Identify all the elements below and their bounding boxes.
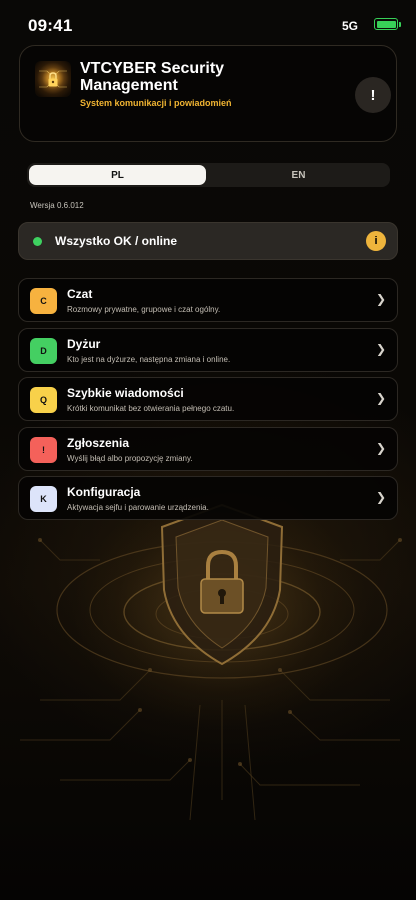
info-button[interactable]: i [366, 231, 386, 251]
app-title: VTCYBER Security Management [80, 60, 225, 94]
chevron-right-icon: ❯ [376, 391, 387, 405]
chat-badge-icon: C [30, 288, 57, 314]
menu-item-title: Zgłoszenia [67, 436, 130, 450]
menu-item-title: Czat [67, 287, 93, 301]
chevron-right-icon: ❯ [376, 342, 387, 356]
network-indicator: 5G [342, 19, 359, 33]
quick-messages-badge-icon: Q [30, 387, 57, 413]
status-bar: 09:41 5G [0, 0, 416, 50]
menu-item-title: Szybkie wiadomości [67, 386, 184, 400]
menu-item-configuration[interactable]: K Konfiguracja Aktywacja sejfu i parowan… [18, 476, 398, 520]
status-banner: Wszystko OK / online i [18, 222, 398, 260]
menu-item-description: Wyślij błąd albo propozycję zmiany. [67, 454, 193, 463]
chevron-right-icon: ❯ [376, 490, 387, 504]
app-subtitle: System komunikacji i powiadomień [80, 98, 232, 108]
menu-item-quick-messages[interactable]: Q Szybkie wiadomości Krótki komunikat be… [18, 377, 398, 421]
menu-item-duty[interactable]: D Dyżur Kto jest na dyżurze, następna zm… [18, 328, 398, 372]
menu-item-reports[interactable]: ! Zgłoszenia Wyślij błąd albo propozycję… [18, 427, 398, 471]
menu-item-description: Kto jest na dyżurze, następna zmiana i o… [67, 355, 231, 364]
app-screen: 09:41 5G VTCYBER Security Management Sys… [0, 0, 416, 900]
battery-level [376, 20, 396, 28]
padlock-logo-icon [39, 70, 67, 88]
language-switch: PL EN [27, 163, 390, 187]
clock: 09:41 [28, 16, 73, 35]
battery-icon [374, 18, 401, 30]
alert-button[interactable]: ! [355, 77, 391, 113]
version-label: Wersja 0.6.012 [30, 201, 84, 210]
reports-badge-icon: ! [30, 437, 57, 463]
menu-item-title: Konfiguracja [67, 485, 141, 499]
menu-item-description: Rozmowy prywatne, grupowe i czat ogólny. [67, 305, 221, 314]
menu-item-description: Aktywacja sejfu i parowanie urządzenia. [67, 503, 209, 512]
app-logo [35, 61, 71, 97]
online-status-icon [33, 237, 42, 246]
configuration-badge-icon: K [30, 486, 57, 512]
duty-badge-icon: D [30, 338, 57, 364]
status-text: Wszystko OK / online [55, 234, 178, 248]
menu-item-chat[interactable]: C Czat Rozmowy prywatne, grupowe i czat … [18, 278, 398, 322]
language-tab-pl[interactable]: PL [29, 165, 206, 185]
menu-item-title: Dyżur [67, 337, 101, 351]
language-tab-en[interactable]: EN [210, 165, 387, 185]
chevron-right-icon: ❯ [376, 441, 387, 455]
chevron-right-icon: ❯ [376, 292, 387, 306]
menu-item-description: Krótki komunikat bez otwierania pełnego … [67, 404, 235, 413]
header-card: VTCYBER Security Management System komun… [19, 45, 397, 142]
